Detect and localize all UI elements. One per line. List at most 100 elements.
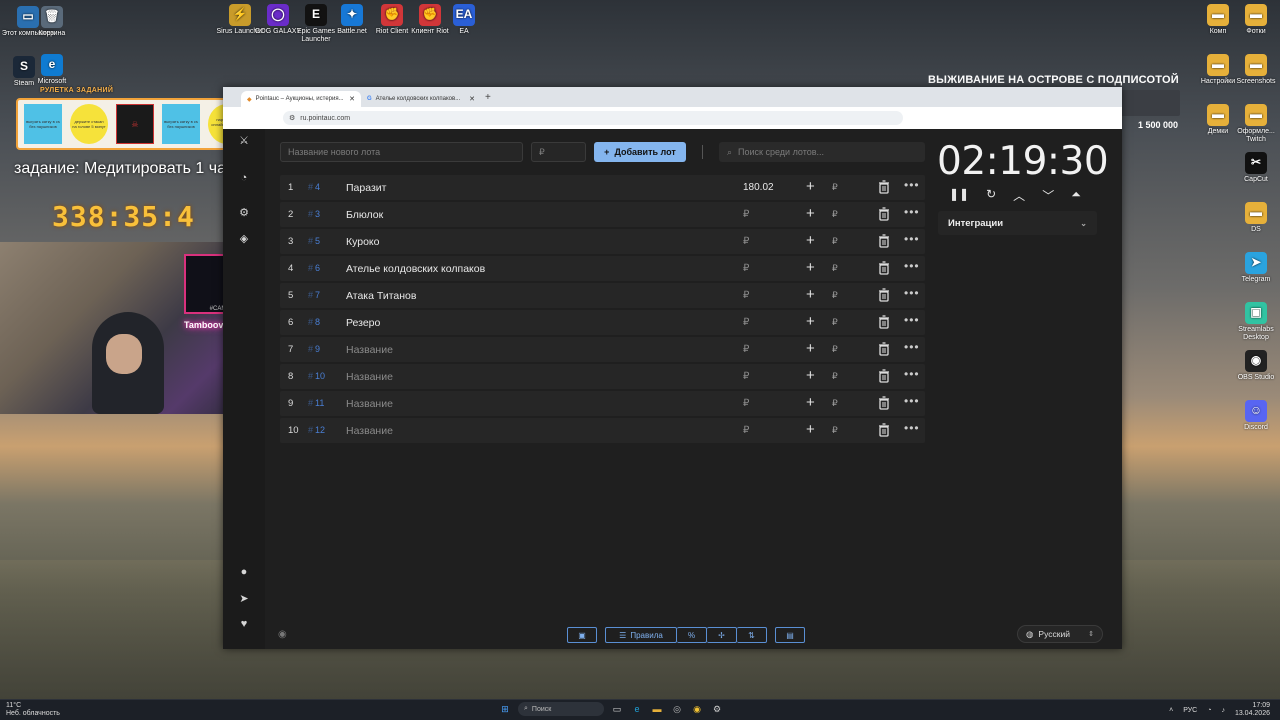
plus-icon[interactable]: +: [806, 340, 815, 357]
desktop-icon-right-7[interactable]: ▬ DS: [1228, 202, 1280, 234]
trash-icon[interactable]: [878, 207, 890, 221]
desktop-icon-left-3[interactable]: e Microsoft: [24, 54, 80, 86]
lot-amount-input[interactable]: 180.02: [743, 182, 774, 193]
rules-button[interactable]: ☰ Правила: [605, 627, 677, 643]
plus-icon[interactable]: +: [806, 232, 815, 249]
apps-icon[interactable]: ◎: [670, 702, 684, 716]
ruble-input[interactable]: ₽: [832, 182, 838, 193]
lot-name-input[interactable]: Название: [346, 425, 393, 437]
chevron-down-icon[interactable]: ﹀: [1042, 187, 1054, 204]
lot-search-input[interactable]: ⌕ Поиск среди лотов...: [719, 142, 925, 162]
new-lot-name-input[interactable]: Название нового лота: [280, 142, 523, 162]
auction-icon[interactable]: ⚔: [237, 133, 251, 147]
integrations-dropdown[interactable]: Интеграции ⌄: [938, 211, 1097, 235]
volume-icon[interactable]: ♪: [1221, 707, 1225, 714]
reset-icon[interactable]: ↻: [986, 187, 996, 204]
eye-icon[interactable]: ◉: [278, 629, 287, 640]
plus-icon[interactable]: +: [806, 259, 815, 276]
network-icon[interactable]: ◔: [1207, 707, 1211, 714]
ruble-input[interactable]: ₽: [832, 290, 838, 301]
desktop-icon-right-1[interactable]: ▬ Фотки: [1228, 4, 1280, 36]
ruble-input[interactable]: ₽: [832, 236, 838, 247]
desktop-icon-right-5[interactable]: ▬ Оформле... Twitch: [1228, 104, 1280, 144]
tab-search[interactable]: G Ателье колдовских колпаков... ✕: [361, 91, 481, 107]
percent-icon[interactable]: %: [677, 627, 707, 643]
trash-icon[interactable]: [878, 180, 890, 194]
trash-icon[interactable]: [878, 369, 890, 383]
desktop-icon-right-6[interactable]: ✂ CapCut: [1228, 152, 1280, 184]
close-icon[interactable]: ✕: [469, 95, 475, 103]
lot-amount-input[interactable]: ₽: [743, 398, 749, 409]
clear-icon[interactable]: ▤: [775, 627, 805, 643]
ruble-input[interactable]: ₽: [832, 263, 838, 274]
tab-pointauc[interactable]: ◆ Pointauc – Аукционы, истерия... ✕: [241, 91, 361, 107]
lot-amount-input[interactable]: ₽: [743, 425, 749, 436]
plus-icon[interactable]: +: [806, 313, 815, 330]
lot-name-input[interactable]: Куроко: [346, 236, 379, 248]
trash-icon[interactable]: [878, 396, 890, 410]
lot-name-input[interactable]: Блюлок: [346, 209, 383, 221]
chevron-up-icon[interactable]: ˄: [1169, 707, 1173, 714]
lot-name-input[interactable]: Название: [346, 398, 393, 410]
plus-icon[interactable]: +: [806, 286, 815, 303]
lot-amount-input[interactable]: ₽: [743, 371, 749, 382]
ruble-input[interactable]: ₽: [832, 344, 838, 355]
gear-icon[interactable]: ⚙: [237, 205, 251, 219]
edge-icon[interactable]: e: [630, 702, 644, 716]
explorer-icon[interactable]: ▬: [650, 702, 664, 716]
more-icon[interactable]: •••: [904, 259, 920, 273]
lot-name-input[interactable]: Паразит: [346, 182, 386, 194]
desktop-icon-right-8[interactable]: ➤ Telegram: [1228, 252, 1280, 284]
add-lot-button[interactable]: + Добавить лот: [594, 142, 686, 162]
trash-icon[interactable]: [878, 342, 890, 356]
desktop-icon-right-3[interactable]: ▬ Screenshots: [1228, 54, 1280, 86]
split-icon[interactable]: ✢: [707, 627, 737, 643]
github-icon[interactable]: ●: [237, 565, 251, 579]
more-icon[interactable]: •••: [904, 394, 920, 408]
task-view-icon[interactable]: ▭: [610, 702, 624, 716]
clock[interactable]: 17:09 13.04.2026: [1235, 702, 1270, 718]
trash-icon[interactable]: [878, 315, 890, 329]
more-icon[interactable]: •••: [904, 367, 920, 381]
plus-icon[interactable]: +: [806, 178, 815, 195]
lot-amount-input[interactable]: ₽: [743, 263, 749, 274]
close-icon[interactable]: ✕: [349, 95, 355, 103]
desktop-icon-right-11[interactable]: ☺ Discord: [1228, 400, 1280, 432]
lot-name-input[interactable]: Название: [346, 371, 393, 383]
lot-amount-input[interactable]: ₽: [743, 317, 749, 328]
address-bar[interactable]: ⚙ ru.pointauc.com: [283, 111, 903, 125]
lot-name-input[interactable]: Резеро: [346, 317, 380, 329]
lot-name-input[interactable]: Атака Титанов: [346, 290, 416, 302]
steam-icon[interactable]: ⚙: [710, 702, 724, 716]
site-info-icon[interactable]: ⚙: [289, 114, 295, 122]
pause-icon[interactable]: ❚❚: [949, 187, 969, 204]
ruble-input[interactable]: ₽: [832, 317, 838, 328]
more-icon[interactable]: •••: [904, 232, 920, 246]
ruble-input[interactable]: ₽: [832, 371, 838, 382]
lot-amount-input[interactable]: ₽: [743, 209, 749, 220]
sort-icon[interactable]: ⇅: [737, 627, 767, 643]
lot-amount-input[interactable]: ₽: [743, 236, 749, 247]
wheel-icon[interactable]: ◔: [237, 171, 251, 185]
more-icon[interactable]: •••: [904, 178, 920, 192]
layers-icon[interactable]: ◈: [237, 231, 251, 245]
save-icon[interactable]: ▣: [567, 627, 597, 643]
chevron-up-icon[interactable]: ︿: [1013, 187, 1025, 204]
lot-name-input[interactable]: Ателье колдовских колпаков: [346, 263, 485, 275]
lot-name-input[interactable]: Название: [346, 344, 393, 356]
trash-icon[interactable]: [878, 288, 890, 302]
lot-amount-input[interactable]: ₽: [743, 290, 749, 301]
plus-icon[interactable]: +: [806, 394, 815, 411]
ruble-input[interactable]: ₽: [832, 425, 838, 436]
telegram-icon[interactable]: ➤: [237, 591, 251, 605]
trash-icon[interactable]: [878, 234, 890, 248]
more-icon[interactable]: •••: [904, 421, 920, 435]
plus-icon[interactable]: +: [806, 205, 815, 222]
ruble-input[interactable]: ₽: [832, 398, 838, 409]
taskbar-search[interactable]: ⌕ Поиск: [518, 702, 604, 716]
more-icon[interactable]: •••: [904, 340, 920, 354]
more-icon[interactable]: •••: [904, 205, 920, 219]
chrome-icon[interactable]: ◉: [690, 702, 704, 716]
lot-amount-input[interactable]: ₽: [743, 344, 749, 355]
new-tab-button[interactable]: +: [485, 92, 491, 103]
